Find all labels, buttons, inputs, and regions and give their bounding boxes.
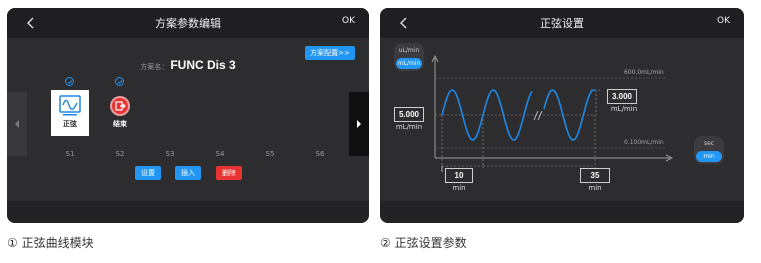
scroll-right-button[interactable]	[349, 92, 369, 156]
duration-input[interactable]: 35	[580, 168, 610, 183]
left-screen: 方案参数编辑 OK 方案名： FUNC Dis 3 方案配置>> 正弦 结束 S…	[7, 8, 369, 223]
module-stop[interactable]: 结束	[101, 90, 139, 136]
module-sine[interactable]: 正弦	[51, 90, 89, 136]
sine-wave-icon	[59, 95, 81, 116]
amplitude-input[interactable]: 3.000	[607, 89, 637, 104]
left-ok-button[interactable]: OK	[342, 16, 355, 26]
slot-label: S1	[65, 150, 75, 158]
slot-label: S3	[165, 150, 175, 158]
baseline-input[interactable]: 5.000	[394, 107, 424, 122]
delete-button[interactable]: 删除	[216, 166, 242, 180]
slot-label: S6	[315, 150, 325, 158]
axis-break-mark	[533, 110, 539, 121]
scheme-name-label: 方案名：	[140, 63, 169, 71]
scheme-config-button[interactable]: 方案配置>>	[305, 46, 355, 60]
slot-label: S5	[265, 150, 275, 158]
baseline-unit: mL/min	[395, 123, 423, 131]
right-page-title: 正弦设置	[540, 17, 584, 30]
period-input[interactable]: 10	[445, 168, 473, 183]
duration-unit: min	[588, 184, 602, 192]
axis-break-mark	[537, 110, 543, 121]
set-button[interactable]: 设置	[135, 166, 161, 180]
left-title-bar: 方案参数编辑 OK	[7, 8, 369, 38]
time-unit-sec[interactable]: sec	[696, 138, 722, 149]
check-circle-icon	[115, 77, 124, 86]
insert-button[interactable]: 插入	[175, 166, 201, 180]
right-ok-button[interactable]: OK	[717, 16, 730, 26]
time-unit-min[interactable]: min	[696, 151, 722, 162]
module-sine-label: 正弦	[63, 120, 77, 128]
period-unit: min	[452, 184, 466, 192]
left-bottom-bar	[7, 201, 369, 223]
module-stop-label: 结束	[113, 120, 127, 128]
caption-right: ② 正弦设置参数	[380, 236, 467, 250]
scheme-name-value: FUNC Dis 3	[170, 58, 236, 72]
max-limit-label: 600.0mL/min	[624, 69, 664, 76]
stop-exit-icon	[110, 96, 130, 116]
right-bottom-bar	[380, 201, 744, 223]
caption-left: ① 正弦曲线模块	[7, 236, 94, 250]
right-screen: 正弦设置 OK uL/min mL/min 600.0mL/min 0.100m…	[380, 8, 744, 223]
min-limit-label: 0.100mL/min	[624, 139, 664, 146]
slot-label: S2	[115, 150, 125, 158]
time-unit-toggle: sec min	[694, 136, 724, 164]
sine-preview-chart	[431, 54, 674, 172]
right-title-bar: 正弦设置 OK	[380, 8, 744, 38]
check-circle-icon	[65, 77, 74, 86]
slot-label: S4	[215, 150, 225, 158]
chevron-left-icon	[15, 120, 19, 128]
left-page-title: 方案参数编辑	[155, 17, 221, 30]
scroll-left-button[interactable]	[7, 92, 27, 156]
chevron-right-icon	[357, 120, 361, 128]
amplitude-unit: mL/min	[610, 105, 638, 113]
